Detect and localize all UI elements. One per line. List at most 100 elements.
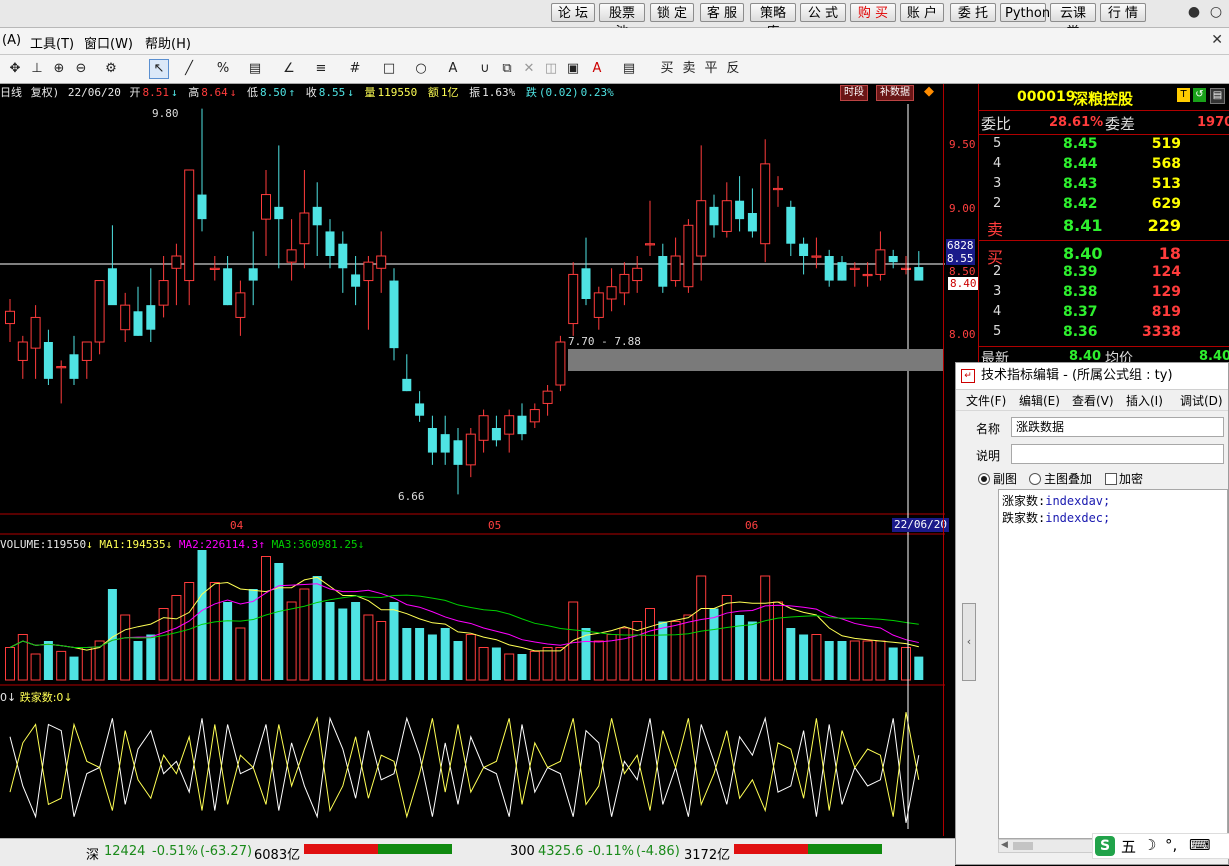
circle-icon[interactable]: ○ xyxy=(412,60,430,78)
flat-mark-icon[interactable]: 平 xyxy=(702,60,720,78)
pin-icon[interactable]: ⊥ xyxy=(28,60,46,78)
reverse-mark-icon[interactable]: 反 xyxy=(724,60,742,78)
ime-punct-icon[interactable]: °, xyxy=(1165,836,1177,854)
settings-icon[interactable]: ⚙ xyxy=(102,60,120,78)
change-label: 跌 xyxy=(525,86,537,99)
save-icon[interactable]: ▤ xyxy=(620,60,638,78)
rectangle-icon[interactable]: □ xyxy=(380,60,398,78)
supplement-data-button[interactable]: 补数据 xyxy=(876,85,914,101)
volume-bar xyxy=(376,621,387,681)
top-button-1[interactable]: 股票池 xyxy=(599,3,645,40)
top-button-3[interactable]: 客 服 xyxy=(700,3,744,22)
panel-menu-icon[interactable]: ▤ xyxy=(1210,88,1225,104)
copy-icon[interactable]: ⧉ xyxy=(498,60,516,78)
percent-icon[interactable]: % xyxy=(214,60,232,78)
trash-icon[interactable]: ◫ xyxy=(542,60,560,78)
volume-bar xyxy=(389,602,399,680)
angle-icon[interactable]: ∠ xyxy=(280,60,298,78)
volume-bar xyxy=(402,628,412,680)
ime-moon-icon[interactable]: ☽ xyxy=(1143,836,1156,854)
bid-row[interactable]: 2 8.39 124 xyxy=(979,264,1229,284)
lock-icon[interactable]: ▣ xyxy=(564,60,582,78)
grid-icon[interactable]: # xyxy=(346,60,364,78)
bid-row[interactable]: 5 8.36 3338 xyxy=(979,324,1229,344)
formula-editor[interactable]: 涨家数:indexdav; 跌家数:indexdec; xyxy=(998,489,1228,839)
ask-row[interactable]: 卖 8.41 229 xyxy=(979,216,1229,239)
sogou-icon[interactable]: S xyxy=(1095,836,1115,856)
bid-volume: 18 xyxy=(1158,244,1181,263)
menu-item-0[interactable]: (A) xyxy=(2,33,21,48)
bid-volume: 819 xyxy=(1151,304,1181,320)
restore-icon[interactable]: ○ xyxy=(1207,3,1225,21)
pointer-icon[interactable]: ↖ xyxy=(149,59,169,79)
buy-mark-icon[interactable]: 买 xyxy=(658,60,676,78)
time-period-button[interactable]: 时段 xyxy=(840,85,868,101)
bid-row[interactable]: 买 8.40 18 xyxy=(979,244,1229,267)
dialog-title-bar[interactable]: ↵ 技术指标编辑 - (所属公式组 : ty) xyxy=(956,363,1228,390)
move-icon[interactable]: ✥ xyxy=(6,60,24,78)
volume-bar xyxy=(235,627,246,681)
ime-toolbar: S 五 ☽ °, ⌨ xyxy=(1092,833,1229,859)
diamond-icon[interactable]: ◆ xyxy=(924,84,934,99)
minimize-icon[interactable]: ● xyxy=(1185,3,1203,21)
candle-body xyxy=(235,292,246,318)
dialog-menu-file[interactable]: 文件(F) xyxy=(966,392,1006,409)
name-input[interactable]: 涨跌数据 xyxy=(1011,417,1224,437)
volume-bar xyxy=(747,621,757,680)
volume-bar xyxy=(619,627,630,681)
zoom-in-icon[interactable]: ⊕ xyxy=(50,60,68,78)
top-button-6[interactable]: 购 买 xyxy=(850,3,896,22)
line-icon[interactable]: ╱ xyxy=(180,60,198,78)
top-button-9[interactable]: Python xyxy=(1000,3,1050,22)
menu-item-2[interactable]: 窗口(W) xyxy=(84,33,133,52)
side-collapse-handle[interactable]: ‹ xyxy=(962,603,976,681)
dialog-menu-insert[interactable]: 插入(I) xyxy=(1126,392,1163,409)
amount-label: 额 xyxy=(427,86,439,99)
bid-volume: 124 xyxy=(1151,264,1181,280)
dialog-menu-view[interactable]: 查看(V) xyxy=(1072,392,1114,409)
top-button-0[interactable]: 论 坛 xyxy=(551,3,595,22)
menu-item-1[interactable]: 工具(T) xyxy=(30,33,74,52)
ruler-icon[interactable]: ▤ xyxy=(246,60,264,78)
ask-row[interactable]: 5 8.45 519 xyxy=(979,136,1229,156)
candle-body xyxy=(5,310,15,325)
scroll-thumb[interactable] xyxy=(1013,842,1033,850)
top-button-11[interactable]: 行 情 xyxy=(1100,3,1146,22)
code-line-2: 跌家数:indexdec; xyxy=(1002,509,1224,526)
main-chart[interactable] xyxy=(0,84,945,836)
top-button-5[interactable]: 公 式 xyxy=(800,3,846,22)
candle-body xyxy=(645,243,655,246)
sub-chart-radio[interactable] xyxy=(978,473,990,485)
main-overlay-radio[interactable] xyxy=(1029,473,1041,485)
ask-row[interactable]: 4 8.44 568 xyxy=(979,156,1229,176)
code-line-1: 涨家数:indexdav; xyxy=(1002,492,1224,509)
top-button-7[interactable]: 账 户 xyxy=(900,3,944,22)
text-icon[interactable]: A xyxy=(444,60,462,78)
encrypt-checkbox[interactable] xyxy=(1105,473,1117,485)
top-button-10[interactable]: 云课堂 xyxy=(1050,3,1096,40)
font-color-icon[interactable]: A xyxy=(588,60,606,78)
top-button-2[interactable]: 锁 定 xyxy=(650,3,694,22)
scroll-left-icon[interactable]: ◀ xyxy=(1001,840,1008,850)
t-badge-icon[interactable]: T xyxy=(1177,88,1190,102)
top-button-8[interactable]: 委 托 xyxy=(950,3,996,22)
sell-mark-icon[interactable]: 卖 xyxy=(680,60,698,78)
column-icon[interactable]: ≡ xyxy=(312,60,330,78)
ime-wubi-icon[interactable]: 五 xyxy=(1121,836,1136,857)
ime-keyboard-icon[interactable]: ⌨ xyxy=(1189,836,1211,854)
magnet-icon[interactable]: ∪ xyxy=(476,60,494,78)
close-app-icon[interactable]: ✕ xyxy=(1211,32,1223,48)
zoom-out-icon[interactable]: ⊖ xyxy=(72,60,90,78)
menu-item-3[interactable]: 帮助(H) xyxy=(145,33,191,52)
refresh-badge-icon[interactable]: ↺ xyxy=(1193,88,1206,102)
dialog-menu-debug[interactable]: 调试(D) xyxy=(1180,392,1223,409)
desc-input[interactable] xyxy=(1011,444,1224,464)
dialog-menu-edit[interactable]: 编辑(E) xyxy=(1019,392,1060,409)
bid-row[interactable]: 3 8.38 129 xyxy=(979,284,1229,304)
delete-icon[interactable]: ✕ xyxy=(520,60,538,78)
volume-bar xyxy=(120,614,131,681)
ask-row[interactable]: 2 8.42 629 xyxy=(979,196,1229,216)
ask-row[interactable]: 3 8.43 513 xyxy=(979,176,1229,196)
bid-row[interactable]: 4 8.37 819 xyxy=(979,304,1229,324)
top-button-4[interactable]: 策略库 xyxy=(750,3,796,40)
